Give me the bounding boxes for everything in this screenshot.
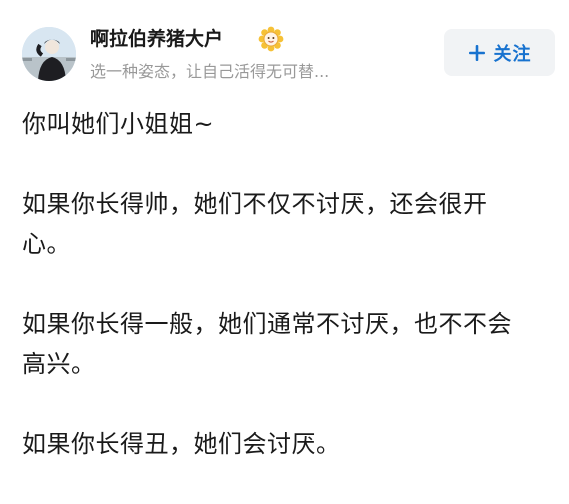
- follow-label: 关注: [493, 43, 532, 65]
- post-paragraph: 如果你长得帅，她们不仅不讨厌，还会很开 心。: [22, 184, 552, 264]
- avatar[interactable]: [22, 27, 76, 81]
- paragraph-line: 高兴。: [22, 350, 96, 378]
- paragraph-line: 如果你长得丑，她们会讨厌。: [22, 430, 341, 458]
- author-name[interactable]: 啊拉伯养猪大户: [90, 26, 223, 52]
- avatar-image: [22, 27, 76, 81]
- post-body: 你叫她们小姐姐~ 如果你长得帅，她们不仅不讨厌，还会很开 心。 如果你长得一般，…: [22, 104, 552, 504]
- post-paragraph: 你叫她们小姐姐~: [22, 104, 552, 144]
- paragraph-line: 如果你长得帅，她们不仅不讨厌，还会很开: [22, 190, 488, 218]
- post-header: 啊拉伯养猪大户 选一种姿态，让自己活得无可替... 关注: [0, 0, 569, 94]
- author-bio: 选一种姿态，让自己活得无可替...: [90, 62, 330, 81]
- follow-button[interactable]: 关注: [444, 29, 555, 76]
- post-paragraph: 如果你长得一般，她们通常不讨厌，也不不会 高兴。: [22, 304, 552, 384]
- plus-icon: [468, 44, 485, 61]
- sunflower-badge-icon: [258, 26, 284, 52]
- post-paragraph: 如果你长得丑，她们会讨厌。: [22, 424, 552, 464]
- paragraph-line: 如果你长得一般，她们通常不讨厌，也不不会: [22, 310, 512, 338]
- paragraph-line: 心。: [22, 230, 71, 258]
- paragraph-line: 你叫她们小姐姐~: [22, 110, 215, 138]
